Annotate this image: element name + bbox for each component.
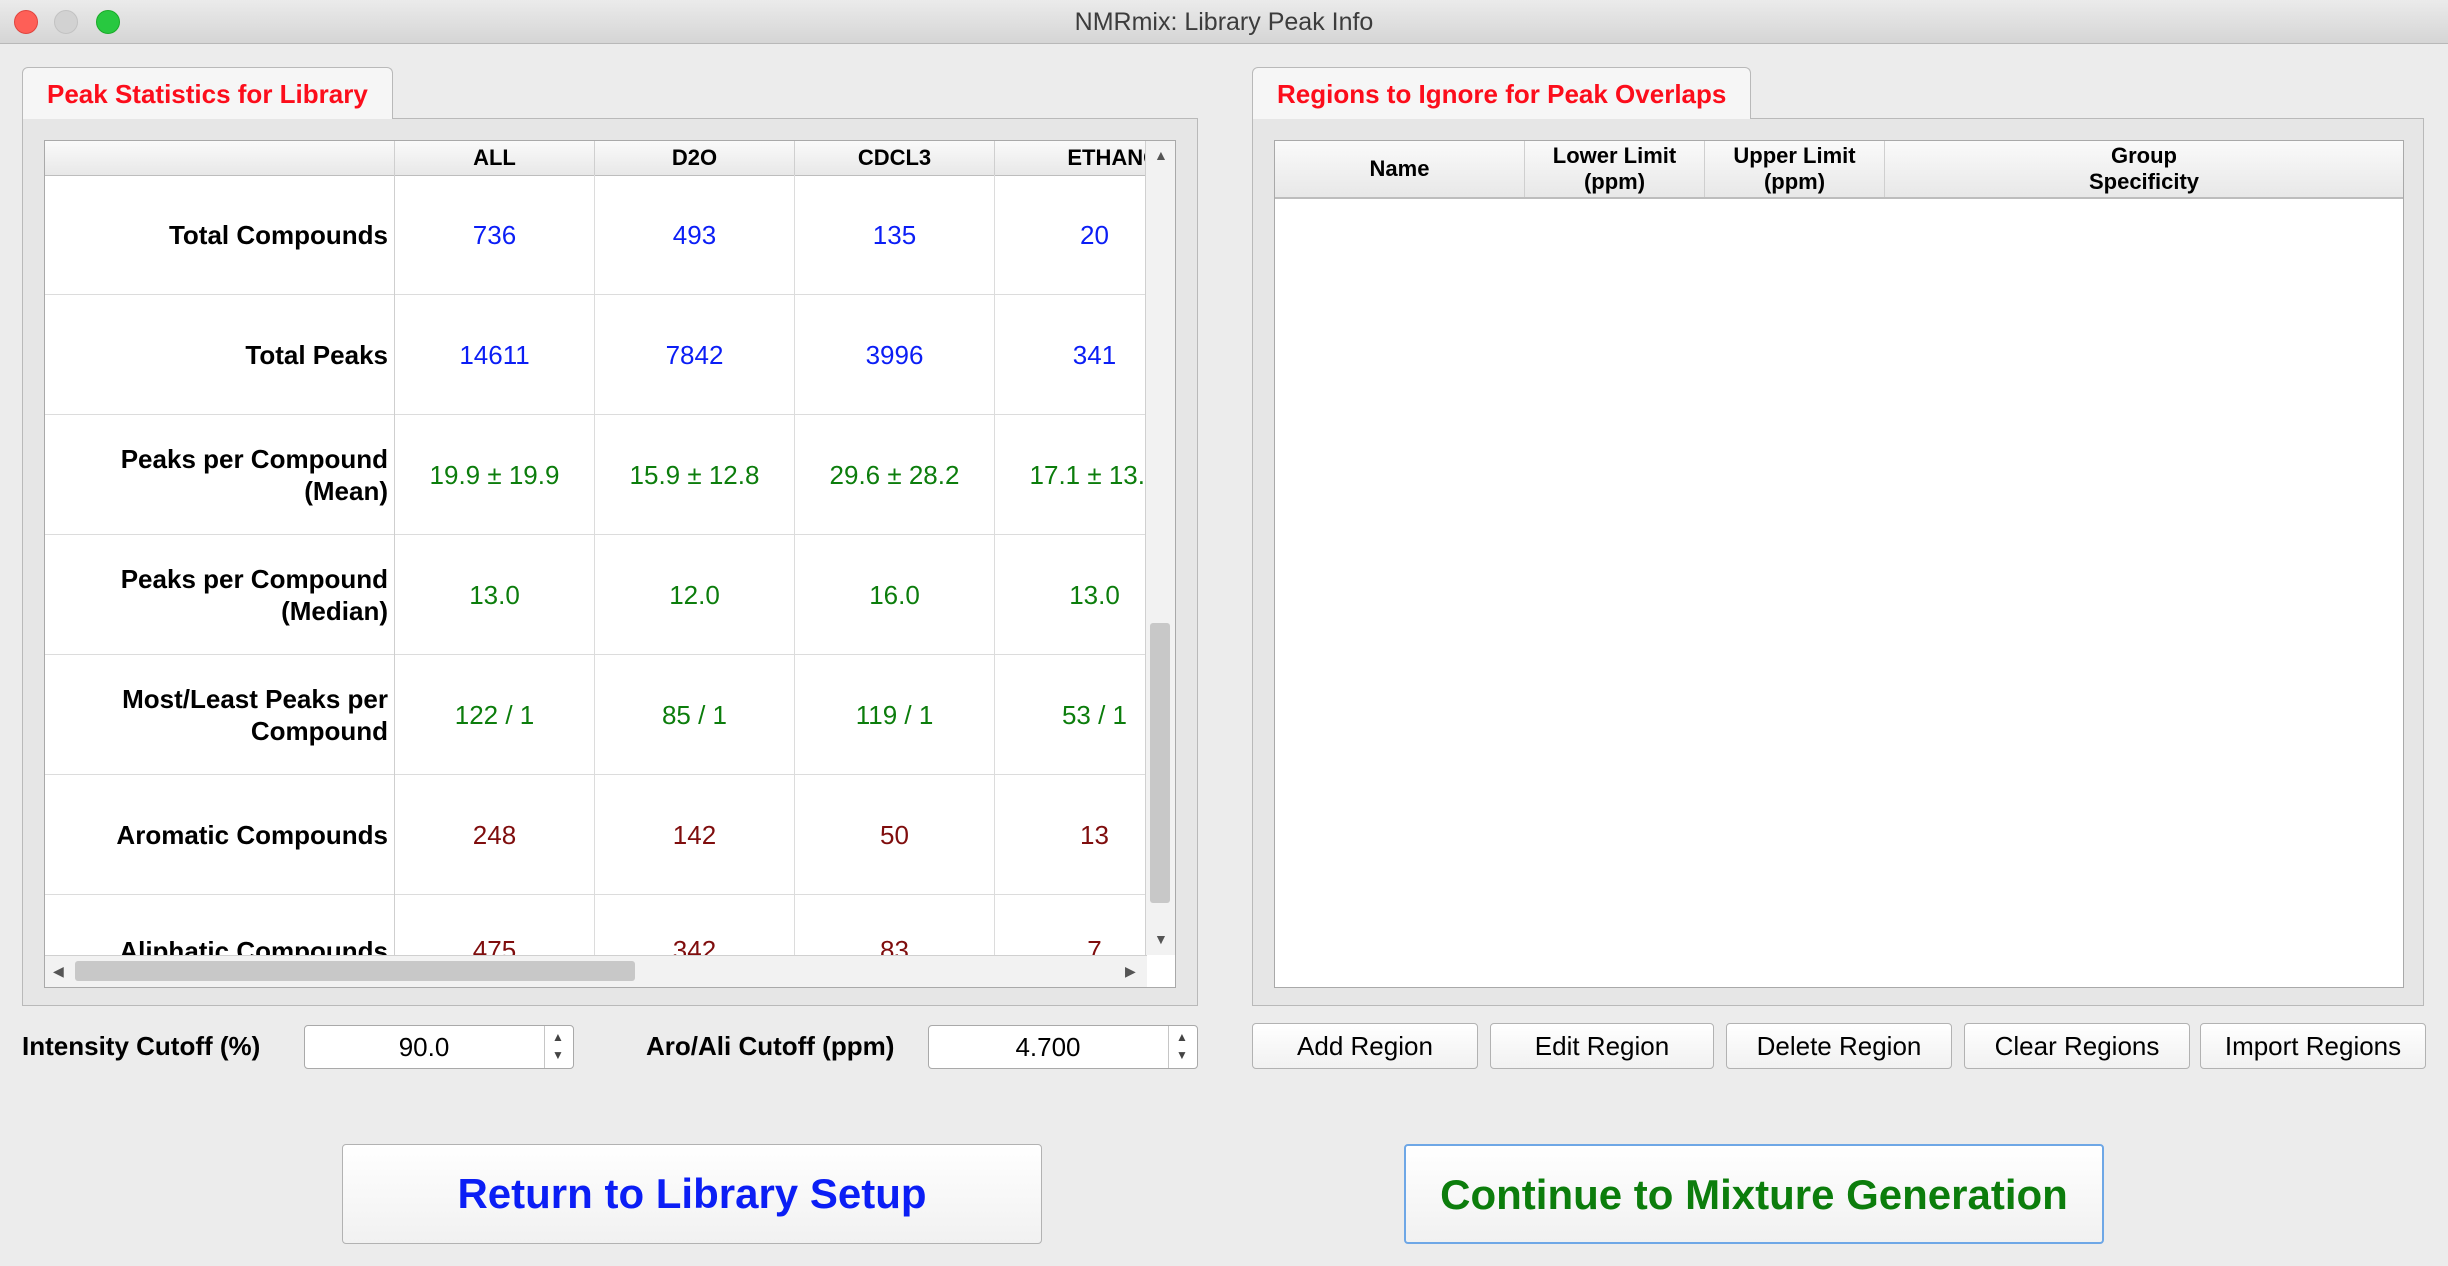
aro-ali-cutoff-label: Aro/Ali Cutoff (ppm) <box>646 1031 895 1061</box>
table-cell[interactable]: 119 / 1 <box>795 655 995 775</box>
table-row: Total Peaks 14611 7842 3996 341 <box>45 295 1145 415</box>
scroll-up-arrow-icon[interactable]: ▲ <box>1154 147 1168 163</box>
table-cell[interactable]: 50 <box>795 775 995 895</box>
aro-ali-cutoff-value[interactable]: 4.700 <box>929 1026 1167 1068</box>
scroll-right-arrow-icon[interactable]: ▶ <box>1125 963 1136 980</box>
row-label: Aliphatic Compounds <box>45 895 395 955</box>
table-cell[interactable]: 142 <box>595 775 795 895</box>
add-region-button[interactable]: Add Region <box>1252 1023 1478 1069</box>
table-cell[interactable]: 135 <box>795 175 995 295</box>
vertical-scroll-thumb[interactable] <box>1150 623 1170 903</box>
row-label: Total Peaks <box>45 295 395 415</box>
table-cell[interactable]: 493 <box>595 175 795 295</box>
scroll-left-arrow-icon[interactable]: ◀ <box>53 963 64 980</box>
intensity-cutoff-value[interactable]: 90.0 <box>305 1026 543 1068</box>
table-cell[interactable]: 29.6 ± 28.2 <box>795 415 995 535</box>
table-cell[interactable]: 248 <box>395 775 595 895</box>
table-cell[interactable]: 12.0 <box>595 535 795 655</box>
edit-region-button[interactable]: Edit Region <box>1490 1023 1714 1069</box>
continue-to-mixture-generation-button[interactable]: Continue to Mixture Generation <box>1404 1144 2104 1244</box>
table-cell[interactable]: 16.0 <box>795 535 995 655</box>
table-cell[interactable]: 14611 <box>395 295 595 415</box>
import-regions-button[interactable]: Import Regions <box>2200 1023 2426 1069</box>
column-header[interactable]: D2O <box>595 141 795 175</box>
scroll-down-arrow-icon[interactable]: ▼ <box>1154 931 1168 947</box>
peak-statistics-table: ALL D2O CDCL3 ETHANOL Total Compounds 73… <box>44 140 1176 988</box>
regions-table: Name Lower Limit (ppm) Upper Limit (ppm)… <box>1274 140 2404 988</box>
return-to-library-setup-button[interactable]: Return to Library Setup <box>342 1144 1042 1244</box>
table-cell[interactable]: 53 / 1 <box>995 655 1145 775</box>
table-body: Total Compounds 736 493 135 20 Total Pea… <box>45 175 1145 955</box>
stepper-down-icon[interactable]: ▼ <box>552 1048 564 1062</box>
column-header[interactable]: CDCL3 <box>795 141 995 175</box>
table-cell[interactable]: 122 / 1 <box>395 655 595 775</box>
table-cell[interactable]: 3996 <box>795 295 995 415</box>
clear-regions-button[interactable]: Clear Regions <box>1964 1023 2190 1069</box>
delete-region-button[interactable]: Delete Region <box>1726 1023 1952 1069</box>
table-cell[interactable]: 85 / 1 <box>595 655 795 775</box>
stepper-up-icon[interactable]: ▲ <box>552 1030 564 1044</box>
aro-ali-cutoff-spinbox[interactable]: 4.700 ▲ ▼ <box>928 1025 1198 1069</box>
vertical-scrollbar[interactable]: ▲ ▼ <box>1145 141 1175 955</box>
table-cell[interactable]: 17.1 ± 13.3 <box>995 415 1145 535</box>
row-label: Most/Least Peaks per Compound <box>45 655 395 775</box>
aro-ali-cutoff-stepper[interactable]: ▲ ▼ <box>1168 1026 1197 1068</box>
horizontal-scroll-thumb[interactable] <box>75 961 635 981</box>
header-corner <box>45 141 395 175</box>
tab-peak-statistics[interactable]: Peak Statistics for Library <box>22 67 393 119</box>
row-label: Aromatic Compounds <box>45 775 395 895</box>
row-label: Peaks per Compound (Median) <box>45 535 395 655</box>
table-header: ALL D2O CDCL3 ETHANOL <box>45 141 1174 176</box>
title-bar: NMRmix: Library Peak Info <box>0 0 2448 44</box>
table-cell[interactable]: 7842 <box>595 295 795 415</box>
table-row: Total Compounds 736 493 135 20 <box>45 175 1145 295</box>
intensity-cutoff-spinbox[interactable]: 90.0 ▲ ▼ <box>304 1025 574 1069</box>
table-cell[interactable]: 19.9 ± 19.9 <box>395 415 595 535</box>
table-cell[interactable]: 13 <box>995 775 1145 895</box>
table-header: Name Lower Limit (ppm) Upper Limit (ppm)… <box>1275 141 2403 199</box>
stepper-down-icon[interactable]: ▼ <box>1176 1048 1188 1062</box>
column-header[interactable]: Upper Limit (ppm) <box>1705 141 1885 197</box>
stepper-up-icon[interactable]: ▲ <box>1176 1030 1188 1044</box>
table-cell[interactable]: 736 <box>395 175 595 295</box>
table-cell[interactable]: 83 <box>795 895 995 955</box>
table-cell[interactable]: 13.0 <box>395 535 595 655</box>
table-cell[interactable]: 7 <box>995 895 1145 955</box>
intensity-cutoff-stepper[interactable]: ▲ ▼ <box>544 1026 573 1068</box>
table-cell[interactable]: 475 <box>395 895 595 955</box>
table-cell[interactable]: 341 <box>995 295 1145 415</box>
intensity-cutoff-label: Intensity Cutoff (%) <box>22 1031 261 1061</box>
column-header[interactable]: Name <box>1275 141 1525 197</box>
table-row: Aliphatic Compounds 475 342 83 7 <box>45 895 1145 955</box>
window-title: NMRmix: Library Peak Info <box>1074 8 1374 36</box>
column-header[interactable]: Group Specificity <box>1885 141 2403 197</box>
column-header[interactable]: Lower Limit (ppm) <box>1525 141 1705 197</box>
horizontal-scrollbar[interactable]: ◀ ▶ <box>45 955 1147 987</box>
table-row: Peaks per Compound (Median) 13.0 12.0 16… <box>45 535 1145 655</box>
table-row: Most/Least Peaks per Compound 122 / 1 85… <box>45 655 1145 775</box>
table-row: Peaks per Compound (Mean) 19.9 ± 19.9 15… <box>45 415 1145 535</box>
row-label: Peaks per Compound (Mean) <box>45 415 395 535</box>
table-cell[interactable]: 15.9 ± 12.8 <box>595 415 795 535</box>
tab-regions-to-ignore[interactable]: Regions to Ignore for Peak Overlaps <box>1252 67 1752 119</box>
column-header[interactable]: ALL <box>395 141 595 175</box>
table-cell[interactable]: 20 <box>995 175 1145 295</box>
table-cell[interactable]: 13.0 <box>995 535 1145 655</box>
table-cell[interactable]: 342 <box>595 895 795 955</box>
table-row: Aromatic Compounds 248 142 50 13 <box>45 775 1145 895</box>
row-label: Total Compounds <box>45 175 395 295</box>
